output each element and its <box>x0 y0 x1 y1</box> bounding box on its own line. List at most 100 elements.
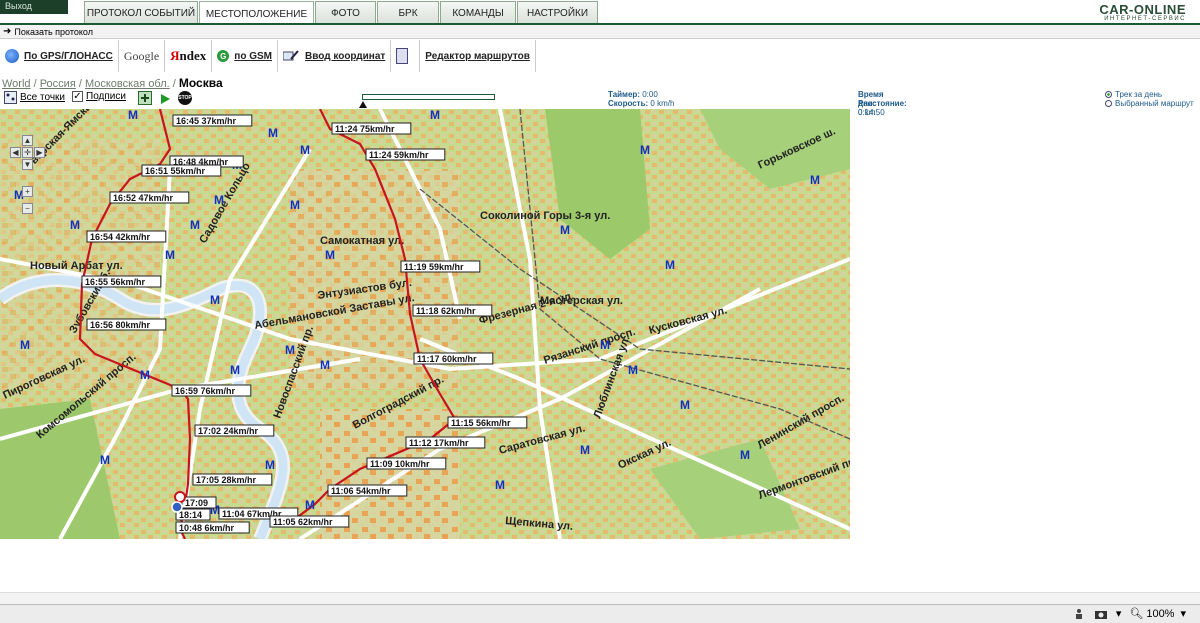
metro-station-icon[interactable]: M <box>320 358 330 372</box>
captions-checkbox[interactable]: ✓ <box>72 91 83 102</box>
zoom-dropdown-icon[interactable]: ▾ <box>1180 607 1186 620</box>
metro-station-icon[interactable]: M <box>285 343 295 357</box>
metro-station-icon[interactable]: M <box>560 223 570 237</box>
track-point-label[interactable]: 11:18 62km/hr <box>412 304 493 317</box>
gsm-button[interactable]: G по GSM <box>212 40 278 72</box>
logo-brand: CAR-ONLINE <box>1099 2 1186 17</box>
metro-station-icon[interactable]: M <box>268 126 278 140</box>
map-view[interactable]: Новый Арбат ул. Энтузиастов бул. Рязанский… <box>0 109 850 539</box>
zoom-control[interactable]: ▾ 🔍︎ 100% ▾ <box>1072 607 1186 620</box>
captions-toggle[interactable]: ✓ Подписи <box>72 91 126 102</box>
add-layer-button[interactable] <box>138 91 152 105</box>
track-point-label[interactable]: 11:06 54km/hr <box>327 484 408 497</box>
tab-settings[interactable]: НАСТРОЙКИ <box>517 1 598 25</box>
track-point-label[interactable]: 11:09 10km/hr <box>366 457 447 470</box>
selected-route-label: Выбранный маршрут <box>1115 99 1194 108</box>
vehicle-marker[interactable] <box>171 501 183 513</box>
track-point-label[interactable]: 16:51 55km/hr <box>141 164 222 177</box>
track-point-label[interactable]: 16:59 76km/hr <box>171 384 252 397</box>
exit-button[interactable]: Выход <box>0 0 68 14</box>
metro-station-icon[interactable]: M <box>628 363 638 377</box>
zoom-out-button[interactable]: − <box>22 203 33 214</box>
all-points-button[interactable]: Все точки <box>4 91 65 104</box>
metro-station-icon[interactable]: M <box>230 363 240 377</box>
metro-station-icon[interactable]: M <box>600 338 610 352</box>
track-day-option[interactable]: Трек за день <box>1105 90 1162 99</box>
track-point-label[interactable]: 16:55 56km/hr <box>81 275 162 288</box>
track-point-label[interactable]: 16:54 42km/hr <box>86 230 167 243</box>
track-point-label[interactable]: 11:19 59km/hr <box>400 260 481 273</box>
timeline-thumb[interactable] <box>359 101 367 108</box>
pan-right-icon[interactable]: ▶ <box>34 147 45 158</box>
metro-station-icon[interactable]: M <box>290 198 300 212</box>
gps-glonass-button[interactable]: По GPS/ГЛОНАСС <box>0 40 119 72</box>
track-day-radio[interactable] <box>1105 91 1112 98</box>
pan-down-icon[interactable]: ▼ <box>22 159 33 170</box>
metro-station-icon[interactable]: M <box>810 173 820 187</box>
zoom-in-button[interactable]: + <box>22 186 33 197</box>
selected-route-option[interactable]: Выбранный маршрут <box>1105 99 1194 108</box>
metro-station-icon[interactable]: M <box>140 368 150 382</box>
metro-station-icon[interactable]: M <box>665 258 675 272</box>
track-point-label[interactable]: 16:52 47km/hr <box>109 191 190 204</box>
route-editor-link[interactable]: Редактор маршрутов <box>420 40 536 72</box>
metro-station-icon[interactable]: M <box>100 453 110 467</box>
tab-commands[interactable]: КОМАНДЫ <box>440 1 516 25</box>
enter-coordinates-button[interactable]: Ввод координат <box>278 40 392 72</box>
metro-station-icon[interactable]: M <box>165 248 175 262</box>
metro-station-icon[interactable]: M <box>128 109 138 122</box>
metro-station-icon[interactable]: M <box>20 338 30 352</box>
metro-station-icon[interactable]: M <box>740 448 750 462</box>
metro-station-icon[interactable]: M <box>325 248 335 262</box>
track-point-label[interactable]: 16:56 80km/hr <box>86 318 167 331</box>
gsm-label: по GSM <box>234 50 272 62</box>
track-point-label[interactable]: 17:05 28km/hr <box>192 473 273 486</box>
tab-photo[interactable]: ФОТО <box>315 1 376 25</box>
metro-station-icon[interactable]: M <box>640 143 650 157</box>
track-marker[interactable] <box>174 491 186 503</box>
svg-text:11:15 56km/hr: 11:15 56km/hr <box>451 418 511 428</box>
timer-readout: Таймер: 0:00 <box>608 90 658 99</box>
pan-center-icon[interactable]: ✛ <box>22 147 33 158</box>
metro-station-icon[interactable]: M <box>210 293 220 307</box>
track-point-label[interactable]: 11:05 62km/hr <box>269 515 350 528</box>
pan-up-icon[interactable]: ▲ <box>22 135 33 146</box>
metro-station-icon[interactable]: M <box>70 218 80 232</box>
stop-button[interactable]: STOP <box>178 91 192 105</box>
selected-route-radio[interactable] <box>1105 100 1112 107</box>
track-point-label[interactable]: 11:15 56km/hr <box>447 416 528 429</box>
route-editor-button[interactable] <box>391 40 421 72</box>
show-protocol-label: Показать протокол <box>14 26 93 37</box>
yandex-map-button[interactable]: Яndex <box>165 40 213 72</box>
yandex-logo-rest: ndex <box>179 48 207 63</box>
pan-left-icon[interactable]: ◀ <box>10 147 21 158</box>
timeline-slider[interactable] <box>362 94 495 100</box>
horizontal-scrollbar[interactable] <box>0 592 1200 604</box>
google-map-button[interactable]: Google <box>119 40 166 72</box>
timer-label: Таймер: <box>608 90 640 99</box>
metro-station-icon[interactable]: M <box>214 193 224 207</box>
metro-station-icon[interactable]: M <box>580 443 590 457</box>
metro-station-icon[interactable]: M <box>300 143 310 157</box>
track-point-label[interactable]: 11:24 59km/hr <box>365 148 446 161</box>
tab-brk[interactable]: БРК <box>377 1 439 25</box>
show-protocol-link[interactable]: ➜ Показать протокол <box>3 26 93 37</box>
metro-station-icon[interactable]: M <box>265 458 275 472</box>
chevron-down-icon[interactable]: ▾ <box>1116 607 1122 620</box>
track-point-label[interactable]: 17:02 24km/hr <box>194 424 275 437</box>
track-point-label[interactable]: 16:45 37km/hr <box>172 114 253 127</box>
metro-station-icon[interactable]: M <box>190 218 200 232</box>
camera-icon[interactable] <box>1094 608 1108 620</box>
track-point-label[interactable]: 17:09 <box>181 496 217 509</box>
tab-events-protocol[interactable]: ПРОТОКОЛ СОБЫТИЙ <box>84 1 198 25</box>
track-point-label[interactable]: 10:48 6km/hr <box>175 521 250 534</box>
track-point-label[interactable]: 11:24 75km/hr <box>331 122 412 135</box>
play-button[interactable] <box>161 94 170 104</box>
metro-station-icon[interactable]: M <box>430 109 440 122</box>
track-point-label[interactable]: 11:17 60km/hr <box>413 352 494 365</box>
metro-station-icon[interactable]: M <box>305 498 315 512</box>
map-canvas[interactable]: Новый Арбат ул.Энтузиастов бул.Рязанский… <box>0 109 850 539</box>
metro-station-icon[interactable]: M <box>680 398 690 412</box>
metro-station-icon[interactable]: M <box>495 478 505 492</box>
track-point-label[interactable]: 11:12 17km/hr <box>405 436 486 449</box>
